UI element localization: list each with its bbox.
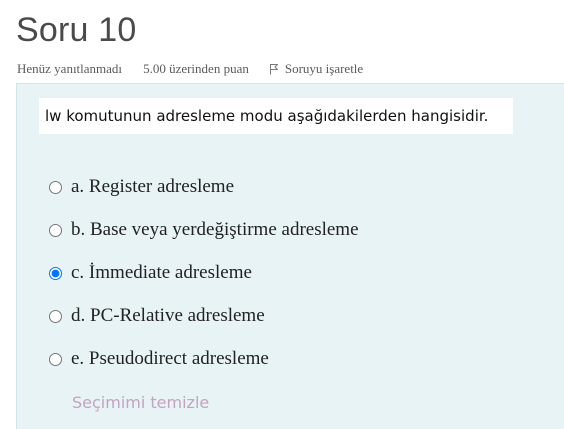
flag-question-label: Soruyu işaretle	[284, 61, 364, 76]
answer-option-b[interactable]: b. Base veya yerdeğiştirme adresleme	[49, 216, 359, 244]
answer-radio-d[interactable]	[49, 309, 62, 323]
question-info: Henüz yanıtlanmadı 5.00 üzerinden puan S…	[17, 60, 363, 78]
answer-option-d[interactable]: d. PC-Relative adresleme	[49, 302, 265, 330]
answer-radio-b[interactable]	[49, 223, 62, 237]
question-state: Henüz yanıtlanmadı	[17, 61, 123, 76]
answer-option-c[interactable]: c. İmmediate adresleme	[49, 259, 252, 287]
answer-label-d: d. PC-Relative adresleme	[71, 305, 265, 326]
clear-choice-link[interactable]: Seçimimi temizle	[72, 393, 209, 412]
answer-radio-a[interactable]	[49, 180, 62, 194]
question-formulation: lw komutunun adresleme modu aşağıdakiler…	[16, 83, 564, 429]
answer-radio-e[interactable]	[49, 352, 62, 366]
answer-label-c: c. İmmediate adresleme	[71, 262, 252, 283]
answer-option-e[interactable]: e. Pseudodirect adresleme	[49, 345, 269, 373]
question-title: Soru 10	[16, 11, 137, 49]
question-grade: 5.00 üzerinden puan	[143, 61, 249, 76]
answer-label-a: a. Register adresleme	[71, 176, 235, 197]
answer-option-a[interactable]: a. Register adresleme	[49, 173, 234, 201]
answer-label-b: b. Base veya yerdeğiştirme adresleme	[71, 219, 359, 240]
answer-radio-c[interactable]	[49, 266, 62, 280]
flag-question-link[interactable]: Soruyu işaretle	[269, 61, 363, 77]
answer-label-e: e. Pseudodirect adresleme	[71, 348, 269, 369]
flag-outline-icon	[269, 64, 278, 75]
question-text: lw komutunun adresleme modu aşağıdakiler…	[39, 98, 513, 134]
